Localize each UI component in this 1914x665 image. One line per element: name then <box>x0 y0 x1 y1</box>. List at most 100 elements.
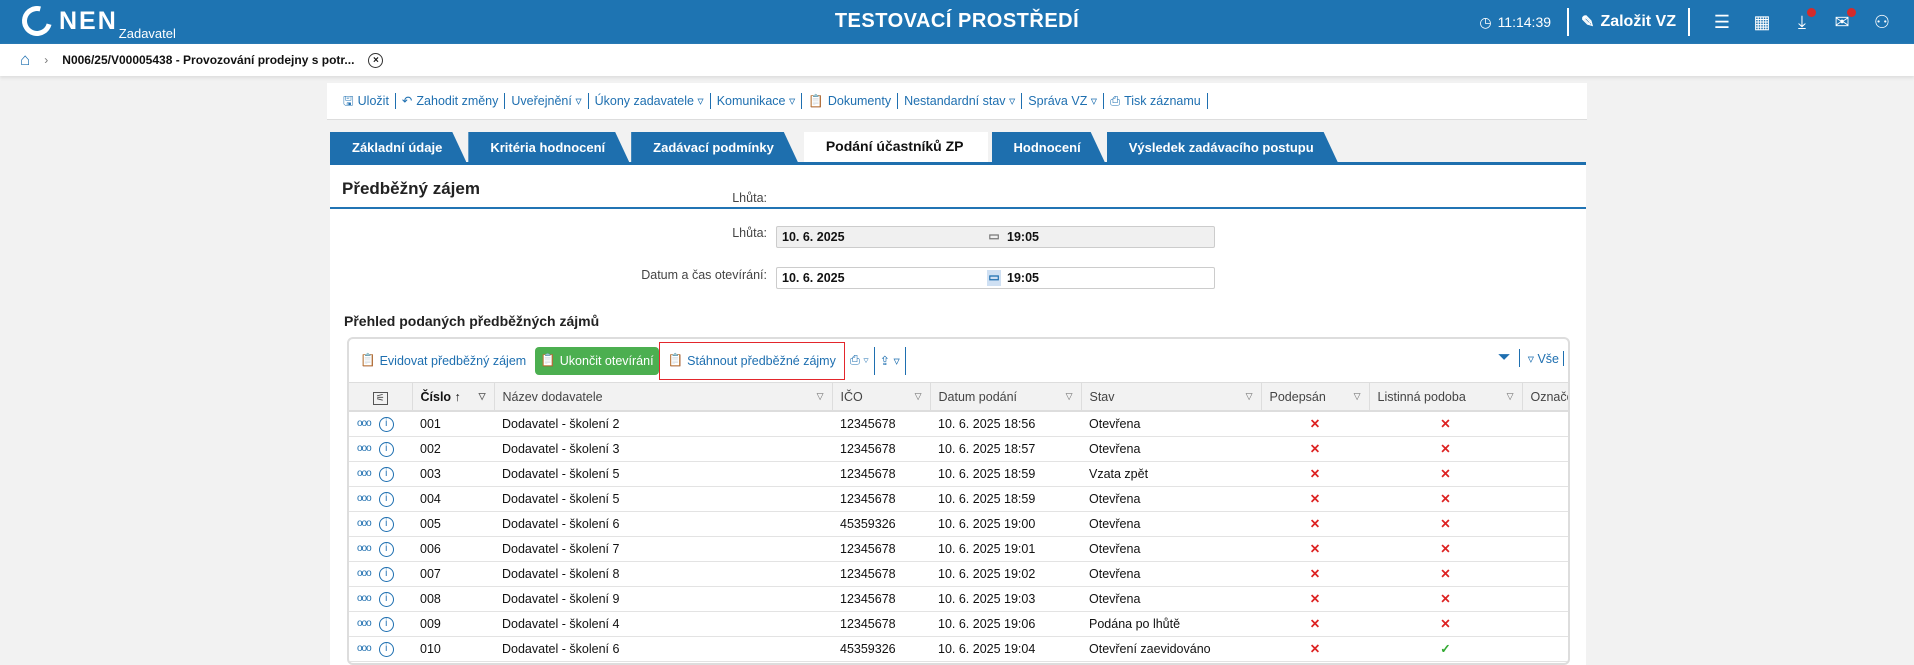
more-actions-icon[interactable]: ooo <box>357 643 372 654</box>
filter-all-dropdown[interactable]: ▿ Vše <box>1528 350 1564 366</box>
calendar-icon[interactable]: ▭ <box>987 270 1001 286</box>
cell-nazev: Dodavatel - školení 9 <box>494 586 832 612</box>
mail-icon[interactable]: ✉ <box>1822 0 1862 44</box>
filter-icon[interactable]: ▽ <box>479 391 486 402</box>
more-actions-icon[interactable]: ooo <box>357 618 372 629</box>
info-icon[interactable]: i <box>378 417 394 433</box>
discard-button[interactable]: ↶ Zahodit změny <box>396 93 506 109</box>
table-row[interactable]: ooo i 001 Dodavatel - školení 2 12345678 … <box>349 411 1568 437</box>
download-interests-button[interactable]: 📋 Stáhnout předběžné zájmy <box>658 341 845 380</box>
create-vz-button[interactable]: ✎ Založit VZ <box>1581 12 1676 32</box>
cell-listinna: ✕ <box>1369 411 1522 437</box>
cell-nazev: Dodavatel - školení 5 <box>494 461 832 487</box>
label: Nestandardní stav ▿ <box>904 94 1016 108</box>
info-icon[interactable]: i <box>378 542 394 557</box>
more-actions-icon[interactable]: ooo <box>357 418 372 429</box>
tab-hodnoceni[interactable]: Hodnocení <box>992 132 1105 162</box>
more-actions-icon[interactable]: ooo <box>357 443 372 454</box>
info-icon[interactable]: i <box>378 467 394 482</box>
table-row[interactable]: ooo i 009 Dodavatel - školení 4 12345678 … <box>349 611 1568 637</box>
otevirani-field[interactable]: 10. 6. 2025 ▭ 19:05 <box>776 267 1215 289</box>
info-icon[interactable]: i <box>378 442 394 457</box>
cell-podepsan: ✕ <box>1261 561 1369 587</box>
cell-nazev: Dodavatel - školení 3 <box>494 436 832 462</box>
col-stav[interactable]: Stav ▽ <box>1081 383 1262 412</box>
label: Podepsán <box>1269 389 1326 404</box>
tab-zakladni-udaje[interactable]: Základní údaje <box>330 132 466 162</box>
filter-icon[interactable]: ▽ <box>915 391 922 402</box>
submissions-grid: 📋 Evidovat předběžný zájem 📋 Ukončit oteví… <box>347 337 1570 665</box>
table-row[interactable]: ooo i 003 Dodavatel - školení 5 12345678 … <box>349 461 1568 487</box>
label: Číslo <box>420 389 452 404</box>
more-actions-icon[interactable]: ooo <box>357 543 372 554</box>
printer-icon: ⎙ <box>1110 94 1121 108</box>
print-menu[interactable]: ⎙ ▿ <box>845 346 875 375</box>
menu-icon[interactable]: ☰ <box>1702 0 1742 44</box>
filter-icon[interactable]: ▽ <box>1507 391 1514 402</box>
download-icon[interactable]: ⤓ <box>1782 0 1822 44</box>
user-icon[interactable]: ⚇ <box>1862 0 1902 44</box>
table-row[interactable]: ooo i 010 Dodavatel - školení 6 45359326 … <box>349 636 1568 662</box>
logo-subtitle: Zadavatel <box>118 26 176 41</box>
filter-icon[interactable]: ▽ <box>1354 391 1361 402</box>
documents-button[interactable]: 📋 Dokumenty <box>802 93 899 109</box>
calendar-icon[interactable]: ▦ <box>1742 0 1782 44</box>
more-actions-icon[interactable]: ooo <box>357 493 372 504</box>
export-menu[interactable]: ⇪ ▿ <box>875 346 906 375</box>
col-cislo[interactable]: Číslo ↑ ▽ <box>412 383 495 412</box>
col-ico[interactable]: IČO ▽ <box>832 383 931 412</box>
info-icon[interactable]: i <box>378 567 394 582</box>
print-record-button[interactable]: ⎙ Tisk záznamu <box>1104 93 1208 109</box>
table-row[interactable]: ooo i 007 Dodavatel - školení 8 12345678 … <box>349 561 1568 587</box>
label: Uveřejnění ▿ <box>511 94 582 108</box>
info-icon[interactable]: i <box>378 492 394 507</box>
more-actions-icon[interactable]: ooo <box>357 468 372 479</box>
tab-podani[interactable]: Podání účastníků ZP <box>803 132 988 162</box>
table-row[interactable]: ooo i 005 Dodavatel - školení 6 45359326 … <box>349 511 1568 537</box>
column-settings[interactable]: ⚟ <box>349 383 413 412</box>
col-nazev[interactable]: Název dodavatele ▽ <box>494 383 833 412</box>
cell-ico: 45359326 <box>832 511 930 537</box>
cell-datum: 10. 6. 2025 18:59 <box>930 461 1081 487</box>
end-opening-button[interactable]: 📋 Ukončit otevírání <box>535 346 659 375</box>
info-icon[interactable]: i <box>378 617 394 632</box>
col-oznaceni[interactable]: Označe <box>1522 383 1568 412</box>
cell-datum: 10. 6. 2025 18:59 <box>930 486 1081 512</box>
filter-icon[interactable]: ▽ <box>817 391 824 402</box>
filter-icon[interactable]: ⏷ <box>1498 349 1520 367</box>
save-button[interactable]: 🖫 Uložit <box>337 93 396 109</box>
register-interest-button[interactable]: 📋 Evidovat předběžný zájem <box>355 347 531 375</box>
table-row[interactable]: ooo i 004 Dodavatel - školení 5 12345678 … <box>349 486 1568 512</box>
cell-oznaceni <box>1522 611 1568 637</box>
cell-nazev: Dodavatel - školení 2 <box>494 411 832 437</box>
filter-icon[interactable]: ▽ <box>1066 391 1073 402</box>
table-row[interactable]: ooo i 008 Dodavatel - školení 9 12345678 … <box>349 586 1568 612</box>
tab-vysledek[interactable]: Výsledek zadávacího postupu <box>1107 132 1338 162</box>
home-icon[interactable]: ⌂ <box>20 50 30 70</box>
communication-menu[interactable]: Komunikace ▿ <box>711 93 803 109</box>
more-actions-icon[interactable]: ooo <box>357 593 372 604</box>
table-row[interactable]: ooo i 002 Dodavatel - školení 3 12345678 … <box>349 436 1568 462</box>
col-datum[interactable]: Datum podání ▽ <box>930 383 1082 412</box>
col-listinna[interactable]: Listinná podoba ▽ <box>1369 383 1523 412</box>
more-actions-icon[interactable]: ooo <box>357 518 372 529</box>
nen-logo[interactable]: NEN Zadavatel <box>16 0 176 42</box>
info-icon[interactable]: i <box>378 517 394 532</box>
filter-icon[interactable]: ▽ <box>1246 391 1253 402</box>
more-actions-icon[interactable]: ooo <box>357 568 372 579</box>
info-icon[interactable]: i <box>378 642 394 657</box>
table-row[interactable]: ooo i 006 Dodavatel - školení 7 12345678 … <box>349 536 1568 562</box>
info-icon[interactable]: i <box>378 592 394 607</box>
tab-kriteria[interactable]: Kritéria hodnocení <box>468 132 629 162</box>
publish-menu[interactable]: Uveřejnění ▿ <box>505 93 589 109</box>
nonstandard-state-menu[interactable]: Nestandardní stav ▿ <box>898 93 1023 109</box>
manage-vz-menu[interactable]: Správa VZ ▿ <box>1022 93 1105 109</box>
otevirani-date: 10. 6. 2025 <box>782 271 845 285</box>
breadcrumb-item[interactable]: N006/25/V00005438 - Provozování prodejny… <box>62 53 354 67</box>
tab-zadavaci-podminky[interactable]: Zadávací podmínky <box>631 132 798 162</box>
cell-nazev: Dodavatel - školení 7 <box>494 536 832 562</box>
close-icon[interactable]: × <box>368 52 384 68</box>
cell-datum: 10. 6. 2025 19:04 <box>930 636 1081 662</box>
actions-menu[interactable]: Úkony zadavatele ▿ <box>589 93 711 109</box>
col-podepsan[interactable]: Podepsán ▽ <box>1261 383 1370 412</box>
